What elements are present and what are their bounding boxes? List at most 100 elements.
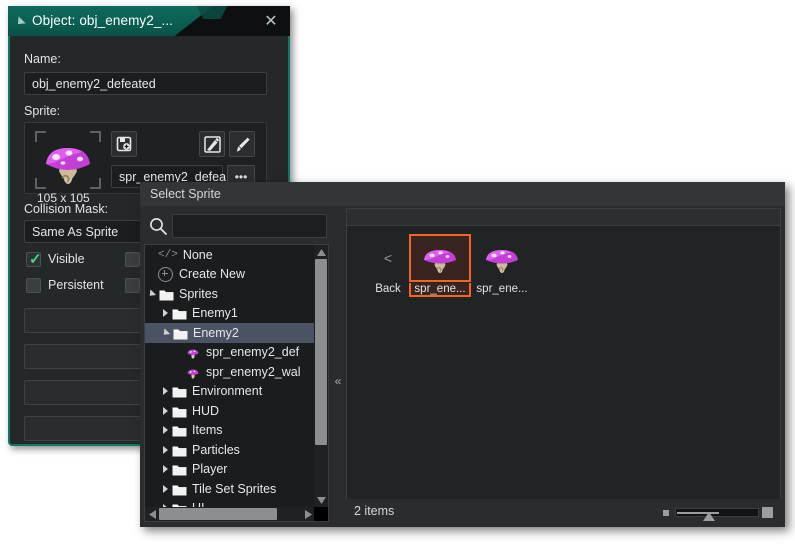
scroll-up-icon[interactable] [314, 245, 328, 259]
tree-item-label: Sprites [179, 286, 218, 301]
tree-item-player[interactable]: Player [145, 460, 315, 480]
tree-vertical-scrollbar[interactable] [314, 245, 328, 507]
tree-item-enemy2[interactable]: Enemy2 [145, 323, 315, 343]
collision-mask-label: Collision Mask: [24, 202, 109, 216]
mushroom-sprite-icon [409, 234, 471, 282]
sprite-grid-pane: < Back spr_ene... spr_ene... [346, 208, 781, 525]
tree-item-spr-enemy2-def[interactable]: spr_enemy2_def [145, 343, 315, 363]
tree-item-label: Particles [192, 442, 240, 457]
collapse-panel-handle[interactable]: « [330, 242, 346, 520]
tree-horizontal-scrollbar[interactable] [145, 507, 315, 521]
sprite-grid[interactable]: < Back spr_ene... spr_ene... [347, 226, 780, 501]
paintbrush-button[interactable] [229, 131, 255, 157]
expand-arrow-closed-icon[interactable] [163, 387, 168, 396]
tree-item-spr-enemy2-wal[interactable]: spr_enemy2_wal [145, 362, 315, 382]
grid-sprite-item[interactable]: spr_ene... [409, 234, 471, 297]
plus-circle-icon [158, 266, 173, 282]
sprite-thumbnail-frame[interactable] [35, 131, 101, 189]
sprite-tree-panel: </> None Create New Sprites Enemy1 Enemy2 spr_… [144, 244, 329, 522]
checkbox-visible-box[interactable]: ✓ [26, 251, 42, 268]
grid-item-label: spr_ene... [414, 283, 466, 295]
edit-image-icon [203, 135, 221, 153]
scrollbar-corner [314, 507, 328, 521]
scroll-left-icon[interactable] [145, 507, 159, 521]
object-window-titlebar: Object: obj_enemy2_... ✕ [8, 6, 290, 38]
tree-item-label: spr_enemy2_def [206, 345, 300, 360]
code-brackets-icon: </> [158, 248, 178, 261]
tree-item-label: Enemy1 [192, 306, 238, 321]
tree-item-items[interactable]: Items [145, 421, 315, 441]
tree-item-tile-set-sprites[interactable]: Tile Set Sprites [145, 479, 315, 499]
folder-icon [159, 288, 174, 301]
tree-item-ui[interactable]: UI [145, 499, 315, 507]
checkmark-icon: ✓ [29, 251, 42, 268]
tree-arrow-spacer [177, 348, 182, 356]
tree-item-environment[interactable]: Environment [145, 382, 315, 402]
tree-arrow-spacer [149, 270, 154, 278]
search-row [142, 210, 332, 242]
tree-item-label: Items [192, 423, 223, 438]
expand-arrow-closed-icon[interactable] [163, 426, 168, 435]
folder-icon [172, 444, 187, 457]
tree-item-label: None [182, 247, 213, 262]
tree-item-enemy1[interactable]: Enemy1 [145, 304, 315, 324]
expand-arrow-closed-icon[interactable] [163, 484, 168, 493]
tree-item-label: HUD [192, 403, 220, 418]
search-input[interactable] [172, 214, 327, 238]
tree-item-none[interactable]: </> None [145, 245, 315, 265]
tree-item-label: Create New [179, 267, 245, 282]
folder-icon [172, 483, 187, 496]
checkbox-persistent-label: Persistent [48, 278, 104, 292]
grid-sprite-item[interactable]: spr_ene... [471, 234, 533, 295]
select-sprite-statusbar: 2 items [346, 499, 781, 525]
expand-arrow-open-icon[interactable] [146, 289, 157, 299]
select-sprite-dialog: Select Sprite </> None Create New Sprites En… [140, 182, 785, 527]
tree-item-particles[interactable]: Particles [145, 440, 315, 460]
scroll-down-icon[interactable] [314, 493, 328, 507]
close-icon[interactable]: ✕ [262, 13, 280, 31]
search-icon [148, 216, 168, 236]
paintbrush-icon [236, 137, 250, 151]
tree-item-label: spr_enemy2_wal [206, 364, 301, 379]
expand-arrow-open-icon[interactable] [160, 328, 171, 338]
sprite-tree-list[interactable]: </> None Create New Sprites Enemy1 Enemy2 spr_… [145, 245, 315, 507]
select-sprite-title: Select Sprite [140, 182, 785, 206]
grid-toolbar [347, 209, 780, 226]
checkbox-persistent-box[interactable] [26, 278, 41, 293]
tree-scrollbar-thumb[interactable] [315, 259, 327, 445]
save-plus-icon [116, 136, 132, 152]
expand-arrow-closed-icon[interactable] [163, 406, 168, 415]
zoom-slider-track[interactable] [675, 508, 759, 517]
zoom-large-icon [762, 507, 773, 518]
expand-arrow-closed-icon[interactable] [163, 309, 168, 318]
checkbox-solid-box[interactable] [125, 252, 140, 267]
zoom-small-icon [663, 510, 669, 516]
tree-item-sprites[interactable]: Sprites [145, 284, 315, 304]
mushroom-sprite-icon [186, 366, 201, 379]
tree-item-hud[interactable]: HUD [145, 401, 315, 421]
zoom-slider[interactable] [663, 505, 773, 521]
expand-arrow-closed-icon[interactable] [163, 445, 168, 454]
edit-image-button[interactable] [199, 131, 225, 157]
folder-icon [172, 385, 187, 398]
grid-item-caption-wrap: spr_ene... [409, 283, 471, 297]
sprite-tree-pane: </> None Create New Sprites Enemy1 Enemy2 spr_… [142, 208, 332, 525]
tree-item-label: Environment [192, 384, 263, 399]
tree-hscrollbar-thumb[interactable] [159, 508, 277, 520]
grid-item-label: spr_ene... [476, 283, 528, 295]
mushroom-sprite-icon [471, 234, 533, 282]
new-sprite-button[interactable] [111, 131, 137, 157]
screen: Object: obj_enemy2_... ✕ Name: obj_enemy… [0, 0, 795, 548]
object-window-title: Object: obj_enemy2_... [32, 13, 174, 28]
tree-arrow-spacer [149, 251, 154, 259]
folder-icon [172, 405, 187, 418]
zoom-slider-handle[interactable] [703, 512, 715, 521]
folder-icon [172, 463, 187, 476]
name-input[interactable]: obj_enemy2_defeated [24, 72, 267, 95]
scroll-right-icon[interactable] [301, 507, 315, 521]
tree-item-create-new[interactable]: Create New [145, 265, 315, 285]
folder-icon [173, 327, 188, 340]
expand-arrow-closed-icon[interactable] [163, 465, 168, 474]
folder-icon [172, 424, 187, 437]
checkbox-uses-physics-box[interactable] [125, 278, 140, 293]
